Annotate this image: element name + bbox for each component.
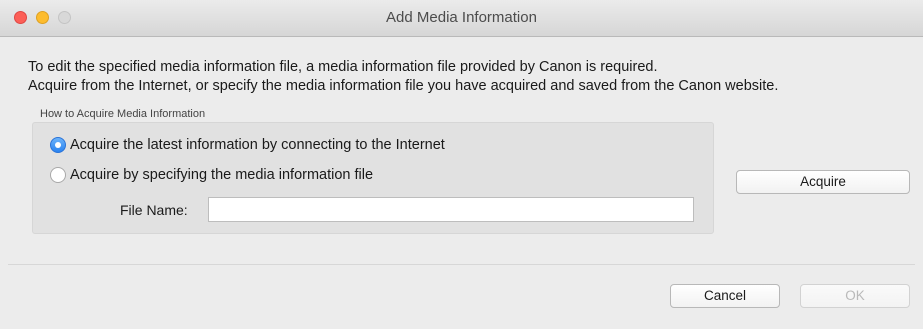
- description-text: To edit the specified media information …: [28, 58, 778, 96]
- file-name-input[interactable]: [208, 197, 694, 222]
- separator: [8, 264, 915, 265]
- description-line-1: To edit the specified media information …: [28, 59, 658, 75]
- radio-acquire-from-file[interactable]: Acquire by specifying the media informat…: [50, 167, 373, 183]
- acquire-group-label: How to Acquire Media Information: [40, 108, 206, 120]
- window-title: Add Media Information: [386, 9, 537, 26]
- radio-acquire-from-internet-label[interactable]: Acquire the latest information by connec…: [70, 137, 445, 153]
- description-line-2: Acquire from the Internet, or specify th…: [28, 78, 779, 94]
- cancel-button[interactable]: Cancel: [670, 284, 780, 308]
- acquire-button[interactable]: Acquire: [736, 170, 910, 194]
- add-media-information-dialog: Add Media Information To edit the specif…: [0, 0, 923, 329]
- ok-button[interactable]: OK: [800, 284, 910, 308]
- radio-acquire-from-internet[interactable]: Acquire the latest information by connec…: [50, 137, 445, 153]
- radio-acquire-from-file-label[interactable]: Acquire by specifying the media informat…: [70, 167, 373, 183]
- file-name-label: File Name:: [120, 202, 188, 218]
- title-bar: Add Media Information: [0, 0, 923, 37]
- radio-selected-icon[interactable]: [50, 137, 66, 153]
- radio-unselected-icon[interactable]: [50, 167, 66, 183]
